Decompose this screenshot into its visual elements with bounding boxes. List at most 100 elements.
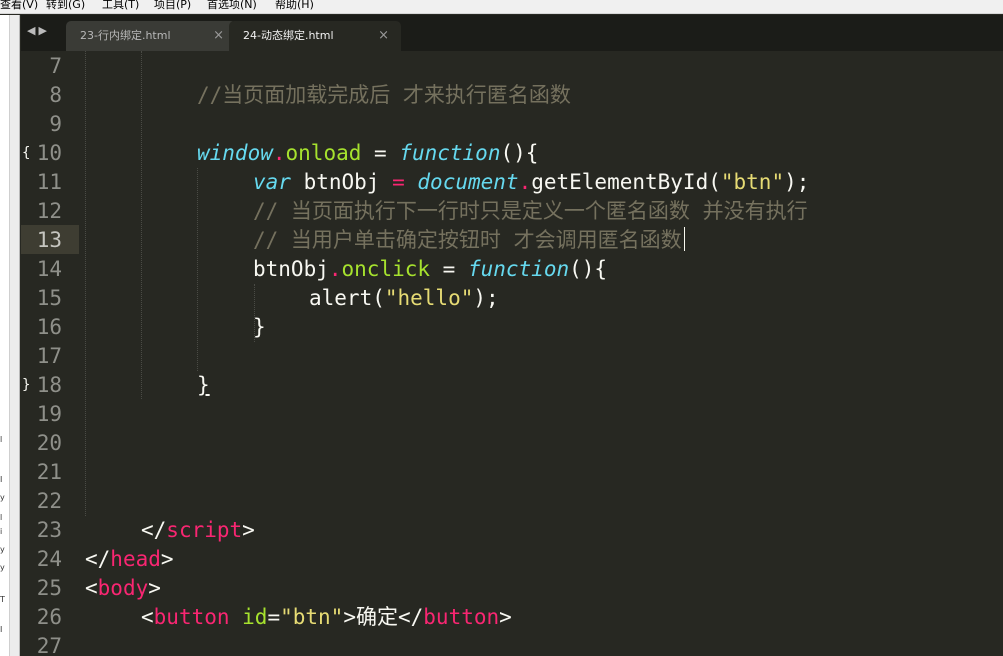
token-tag-open: </ <box>85 547 111 571</box>
token-paren: (){ <box>569 257 608 281</box>
token-tag-open: < <box>85 576 98 600</box>
background-text: l <box>0 435 3 444</box>
code-line-8: //当页面加载完成后 才来执行匿名函数 <box>197 83 571 107</box>
line-number-gutter: 7 8 9 10 11 12 13 14 15 16 17 18 19 20 2… <box>21 51 81 656</box>
fold-open-icon[interactable]: { <box>22 139 30 168</box>
code-line-13: // 当用户单击确定按钮时 才会调用匿名函数 <box>253 226 685 255</box>
token-document: document <box>417 170 519 194</box>
code-line-12: // 当页面执行下一行时只是定义一个匿名函数 并没有执行 <box>253 199 808 223</box>
background-text: y <box>0 563 5 572</box>
token-function: function <box>399 141 501 165</box>
token-alert: alert( <box>309 286 385 310</box>
background-text: y <box>0 545 5 554</box>
token-dot: . <box>272 141 286 165</box>
token-onclick: onclick <box>341 257 431 281</box>
menu-tools[interactable]: 工具(T) <box>102 0 139 12</box>
token-tag-name: head <box>110 547 161 571</box>
token-paren: (){ <box>500 141 539 165</box>
menu-help[interactable]: 帮助(H) <box>275 0 314 12</box>
token-tag-close: > <box>242 518 255 542</box>
line-number: 25 <box>36 576 62 600</box>
line-number: 7 <box>49 54 62 78</box>
tab-navigation: ◀▶ <box>27 24 50 37</box>
line-number: 17 <box>36 344 62 368</box>
line-number: 20 <box>36 431 62 455</box>
line-number: 8 <box>49 83 62 107</box>
fold-close-icon[interactable]: } <box>22 371 30 400</box>
menu-view[interactable]: 查看(V) <box>0 0 38 12</box>
tab-24-dynamic-binding[interactable]: 24-动态绑定.html × <box>229 21 401 51</box>
token-attr-eq: = <box>267 605 281 629</box>
token-string: "hello" <box>384 286 474 310</box>
code-line-25: <body> <box>85 574 161 603</box>
token-tag-close: > <box>160 547 174 571</box>
line-number: 27 <box>36 634 62 656</box>
background-text: i <box>0 527 3 536</box>
close-icon[interactable]: × <box>213 21 224 51</box>
token-tag-gt: > <box>343 605 356 629</box>
line-number: 23 <box>36 518 62 542</box>
tab-prev-icon[interactable]: ◀ <box>27 24 38 37</box>
line-number: 19 <box>36 402 62 426</box>
line-number: 9 <box>49 112 62 136</box>
tab-title: 23-行内绑定.html <box>80 29 171 42</box>
token-onload: onload <box>285 141 362 165</box>
tab-next-icon[interactable]: ▶ <box>38 24 49 37</box>
code-line-14: btnObj.onclick = function(){ <box>253 255 607 284</box>
token-obj: btnObj <box>253 257 329 281</box>
background-window-strip: l I y l i y y T I <box>0 15 20 656</box>
line-number: 26 <box>36 605 62 629</box>
token-window: window <box>197 141 273 165</box>
line-number: 14 <box>36 257 62 281</box>
token-tag-name: body <box>97 576 149 600</box>
line-number-current: 13 <box>36 228 62 252</box>
token-function: function <box>467 257 570 281</box>
code-editor[interactable]: 7 8 9 10 11 12 13 14 15 16 17 18 19 20 2… <box>21 51 1003 656</box>
token-tag-name: button <box>153 605 230 629</box>
tab-bar: ◀▶ 23-行内绑定.html × 24-动态绑定.html × <box>21 15 1003 51</box>
token-name: btnObj <box>290 170 393 194</box>
token-eq: = <box>430 257 468 281</box>
line-number: 11 <box>36 170 62 194</box>
line-number: 12 <box>36 199 62 223</box>
background-text: I <box>0 475 3 484</box>
token-end-tag-open: </ <box>397 605 424 629</box>
token-call: getElementById( <box>531 170 721 194</box>
tab-23-inline-binding[interactable]: 23-行内绑定.html × <box>66 21 236 51</box>
code-area[interactable]: //当页面加载完成后 才来执行匿名函数 window.onload = func… <box>85 51 1003 656</box>
menu-bar: 查看(V) 转到(G) 工具(T) 项目(P) 首选项(N) 帮助(H) <box>0 0 1003 14</box>
line-number: 16 <box>36 315 62 339</box>
tab-title: 24-动态绑定.html <box>243 29 334 42</box>
code-line-15: alert("hello"); <box>309 284 499 313</box>
token-var: var <box>253 170 291 194</box>
code-line-24: </head> <box>85 545 174 574</box>
background-scrollbar <box>9 15 19 656</box>
menu-goto[interactable]: 转到(G) <box>46 0 85 12</box>
token-tag-open: </ <box>141 518 167 542</box>
line-number: 22 <box>36 489 62 513</box>
token-text: 确定 <box>355 605 398 629</box>
code-line-10: window.onload = function(){ <box>197 139 538 168</box>
menu-preferences[interactable]: 首选项(N) <box>207 0 257 12</box>
line-number: 21 <box>36 460 62 484</box>
background-text: T <box>0 595 5 604</box>
text-caret <box>683 227 685 251</box>
code-line-18: } <box>197 373 210 397</box>
token-tag-name: script <box>166 518 243 542</box>
menu-project[interactable]: 项目(P) <box>154 0 191 12</box>
token-dot: . <box>328 257 342 281</box>
token-eq: = <box>361 141 400 165</box>
line-number: 15 <box>36 286 62 310</box>
background-text: y <box>0 493 5 502</box>
token-end-tag-name: button <box>423 605 500 629</box>
token-end-tag-close: > <box>499 605 512 629</box>
background-text: I <box>0 625 3 634</box>
token-dot: . <box>518 170 532 194</box>
code-line-26: <button id="btn">确定</button> <box>141 603 512 632</box>
close-icon[interactable]: × <box>378 21 389 51</box>
token-tag-open: < <box>141 605 154 629</box>
token-eq: = <box>392 170 405 194</box>
token-tag-close: > <box>148 576 161 600</box>
line-number: 24 <box>36 547 62 571</box>
token-string: "btn" <box>720 170 785 194</box>
